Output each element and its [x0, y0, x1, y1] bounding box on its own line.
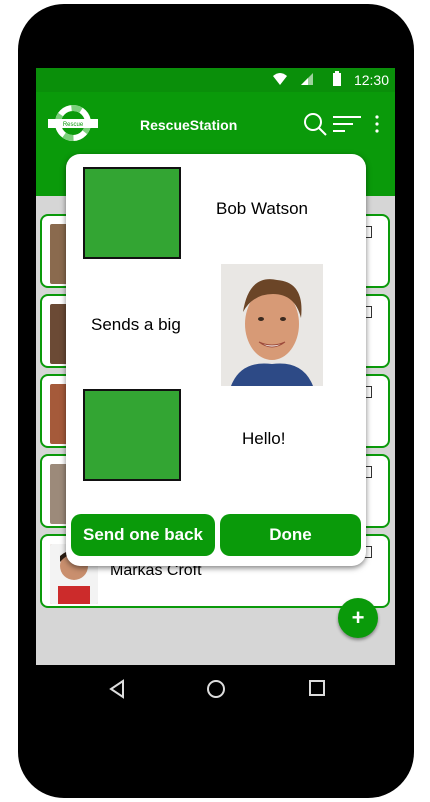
message-text: Hello!	[242, 429, 286, 448]
status-bar: 12:30	[36, 68, 395, 92]
message-dialog: Bob Watson Sends a big Hello! Send one b…	[66, 154, 366, 566]
send-one-back-button[interactable]: Send one back	[71, 514, 215, 556]
battery-icon	[333, 71, 341, 86]
done-button[interactable]: Done	[220, 514, 361, 556]
sender-portrait	[221, 264, 323, 386]
app-title: RescueStation	[140, 117, 238, 133]
filter-icon[interactable]	[333, 114, 361, 134]
image-placeholder-bottom	[83, 389, 181, 481]
sender-name: Bob Watson	[216, 199, 308, 218]
home-icon[interactable]	[206, 679, 226, 699]
system-nav-bar	[36, 665, 395, 715]
add-contact-button[interactable]: +	[338, 598, 378, 638]
recents-icon[interactable]	[308, 679, 326, 697]
image-placeholder-top	[83, 167, 181, 259]
search-icon[interactable]	[303, 112, 327, 136]
app-logo: Rescue	[48, 105, 98, 141]
portrait-illustration	[221, 264, 323, 386]
more-vert-icon[interactable]	[374, 114, 380, 134]
signal-icon	[301, 73, 313, 85]
back-icon[interactable]	[108, 679, 126, 699]
message-line: Sends a big	[91, 315, 181, 334]
logo-text: Rescue	[63, 122, 84, 128]
wifi-icon	[273, 73, 287, 85]
status-time: 12:30	[353, 72, 389, 88]
